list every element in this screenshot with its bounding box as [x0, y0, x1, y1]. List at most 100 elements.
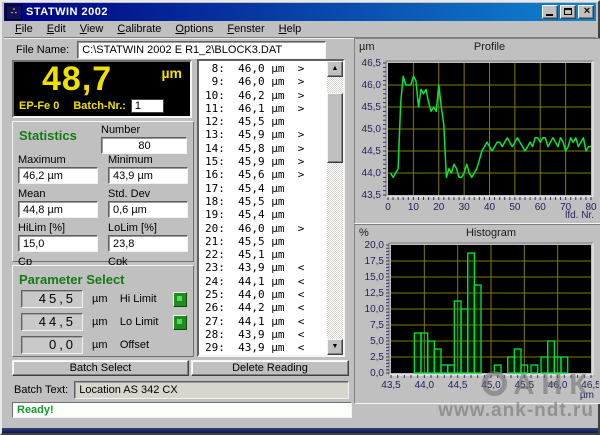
reading-row[interactable]: 26: 44,2 µm < — [205, 301, 327, 314]
parameter-select-panel: Parameter Select 45,5µmHi Limit44,5µmLo … — [12, 265, 194, 357]
limit-led-indicator — [173, 315, 187, 330]
reading-row[interactable]: 15: 45,9 µm > — [205, 155, 327, 168]
stat-label: Mean — [18, 188, 98, 200]
reading-row[interactable]: 20: 46,0 µm > — [205, 222, 327, 235]
svg-text:2,5: 2,5 — [370, 352, 384, 363]
title-bar: ∴ STATWIN 2002 × — [4, 3, 596, 21]
parameter-label: Offset — [120, 339, 161, 351]
reading-row[interactable]: 28: 43,9 µm < — [205, 328, 327, 341]
app-icon[interactable]: ∴ — [6, 5, 22, 20]
window-title: STATWIN 2002 — [26, 6, 542, 18]
delete-reading-button[interactable]: Delete Reading — [191, 360, 349, 376]
svg-text:44,5: 44,5 — [362, 146, 382, 157]
svg-text:44,0: 44,0 — [415, 380, 435, 391]
close-button[interactable]: × — [578, 5, 594, 19]
stat-value-field: 0,6 µm — [108, 201, 188, 218]
menu-item-options[interactable]: Options — [168, 22, 220, 36]
file-name-field[interactable]: C:\STATWIN 2002 E R1_2\BLOCK3.DAT — [77, 41, 326, 59]
reading-row[interactable]: 25: 44,0 µm < — [205, 288, 327, 301]
reading-row[interactable]: 10: 46,2 µm > — [205, 89, 327, 102]
menu-item-file[interactable]: File — [8, 22, 40, 36]
limit-led-indicator — [173, 292, 187, 307]
svg-text:Profile: Profile — [474, 41, 505, 53]
parameter-unit: µm — [92, 316, 112, 328]
reading-row[interactable]: 14: 45,8 µm > — [205, 142, 327, 155]
reading-row[interactable]: 23: 43,9 µm < — [205, 261, 327, 274]
svg-text:lfd. Nr.: lfd. Nr. — [565, 210, 594, 221]
menu-item-edit[interactable]: Edit — [40, 22, 73, 36]
stat-cell: Minimum43,9 µm — [108, 153, 188, 184]
menu-item-help[interactable]: Help — [272, 22, 309, 36]
svg-text:µm: µm — [359, 41, 375, 53]
batch-text-field[interactable]: Location AS 342 CX — [74, 381, 349, 399]
svg-text:20,0: 20,0 — [365, 240, 385, 251]
parameter-unit: µm — [92, 293, 112, 305]
status-text: Ready! — [17, 404, 54, 416]
stat-label: Std. Dev — [108, 188, 188, 200]
svg-text:µm: µm — [580, 390, 594, 401]
reading-row[interactable]: 27: 44,1 µm < — [205, 315, 327, 328]
reading-row[interactable]: 17: 45,4 µm — [205, 182, 327, 195]
probe-label: EP-Fe 0 — [19, 100, 59, 112]
reading-row[interactable]: 21: 45,5 µm — [205, 235, 327, 248]
svg-text:45,5: 45,5 — [515, 380, 535, 391]
svg-text:7,5: 7,5 — [370, 320, 384, 331]
minimize-icon — [546, 14, 553, 16]
reading-row[interactable]: 9: 46,0 µm > — [205, 75, 327, 88]
svg-text:10: 10 — [408, 202, 420, 213]
app-window: ∴ STATWIN 2002 × FileEditViewCalibrateOp… — [0, 0, 600, 435]
reading-row[interactable]: 24: 44,1 µm < — [205, 275, 327, 288]
svg-text:Histogram: Histogram — [466, 227, 516, 239]
parameter-rows: 45,5µmHi Limit44,5µmLo Limit0,0µmOffset — [21, 290, 187, 359]
scroll-up-icon[interactable]: ▲ — [327, 61, 343, 77]
svg-text:0,0: 0,0 — [370, 368, 384, 379]
reading-row[interactable]: 16: 45,6 µm > — [205, 168, 327, 181]
reading-row[interactable]: 13: 45,9 µm > — [205, 128, 327, 141]
menu-item-fenster[interactable]: Fenster — [220, 22, 271, 36]
reading-row[interactable]: 11: 46,1 µm > — [205, 102, 327, 115]
display-value: 48,7 — [42, 60, 112, 99]
menu-item-view[interactable]: View — [73, 22, 111, 36]
parameter-value-field[interactable]: 45,5 — [21, 290, 83, 308]
stat-cell: Std. Dev0,6 µm — [108, 187, 188, 218]
readings-rows: 8: 46,0 µm > 9: 46,0 µm >10: 46,2 µm >11… — [199, 62, 327, 355]
reading-row[interactable]: 22: 45,1 µm — [205, 248, 327, 261]
svg-text:43,5: 43,5 — [381, 380, 401, 391]
minimize-button[interactable] — [542, 5, 558, 19]
batch-nr-field[interactable]: 1 — [131, 99, 164, 113]
svg-text:46,0: 46,0 — [548, 380, 568, 391]
svg-text:0: 0 — [385, 202, 391, 213]
maximize-icon — [564, 8, 572, 15]
parameter-value-field[interactable]: 0,0 — [21, 336, 83, 354]
svg-text:50: 50 — [509, 202, 521, 213]
reading-row[interactable]: 18: 45,5 µm — [205, 195, 327, 208]
reading-row[interactable]: 8: 46,0 µm > — [205, 62, 327, 75]
parameter-unit: µm — [92, 339, 112, 351]
parameter-value-field[interactable]: 44,5 — [21, 313, 83, 331]
close-icon: × — [579, 5, 595, 17]
stat-label: LoLim [%] — [108, 222, 188, 234]
batch-select-button[interactable]: Batch Select — [12, 360, 189, 376]
reading-row[interactable]: 19: 45,4 µm — [205, 208, 327, 221]
stat-cell: LoLim [%]23,8 — [108, 221, 188, 252]
stat-label: Maximum — [18, 154, 98, 166]
menu-item-calibrate[interactable]: Calibrate — [110, 22, 168, 36]
svg-text:43,5: 43,5 — [362, 190, 382, 201]
scroll-down-icon[interactable]: ▼ — [327, 339, 343, 355]
reading-row[interactable]: 12: 45,5 µm — [205, 115, 327, 128]
scrollbar-thumb[interactable] — [327, 93, 343, 163]
maximize-button[interactable] — [560, 5, 576, 19]
reading-row[interactable]: 29: 43,9 µm < — [205, 341, 327, 354]
svg-text:45,0: 45,0 — [362, 124, 382, 135]
readings-list[interactable]: 8: 46,0 µm > 9: 46,0 µm >10: 46,2 µm >11… — [197, 59, 345, 357]
readings-scrollbar[interactable]: ▲ ▼ — [327, 61, 343, 355]
parameter-label: Lo Limit — [120, 316, 161, 328]
batch-text-label: Batch Text: — [14, 384, 68, 396]
svg-text:46,5: 46,5 — [362, 58, 382, 69]
stat-cell: Mean44,8 µm — [18, 187, 98, 218]
stat-cell: Maximum46,2 µm — [18, 153, 98, 184]
statistics-panel: Statistics Number 80 Maximum46,2 µmMinim… — [12, 121, 194, 262]
measurement-display: µm 48,7 EP-Fe 0 Batch-Nr.: 1 — [12, 60, 192, 118]
profile-chart-svg: 0102030405060708043,544,044,545,045,546,… — [355, 39, 599, 221]
svg-text:30: 30 — [459, 202, 471, 213]
